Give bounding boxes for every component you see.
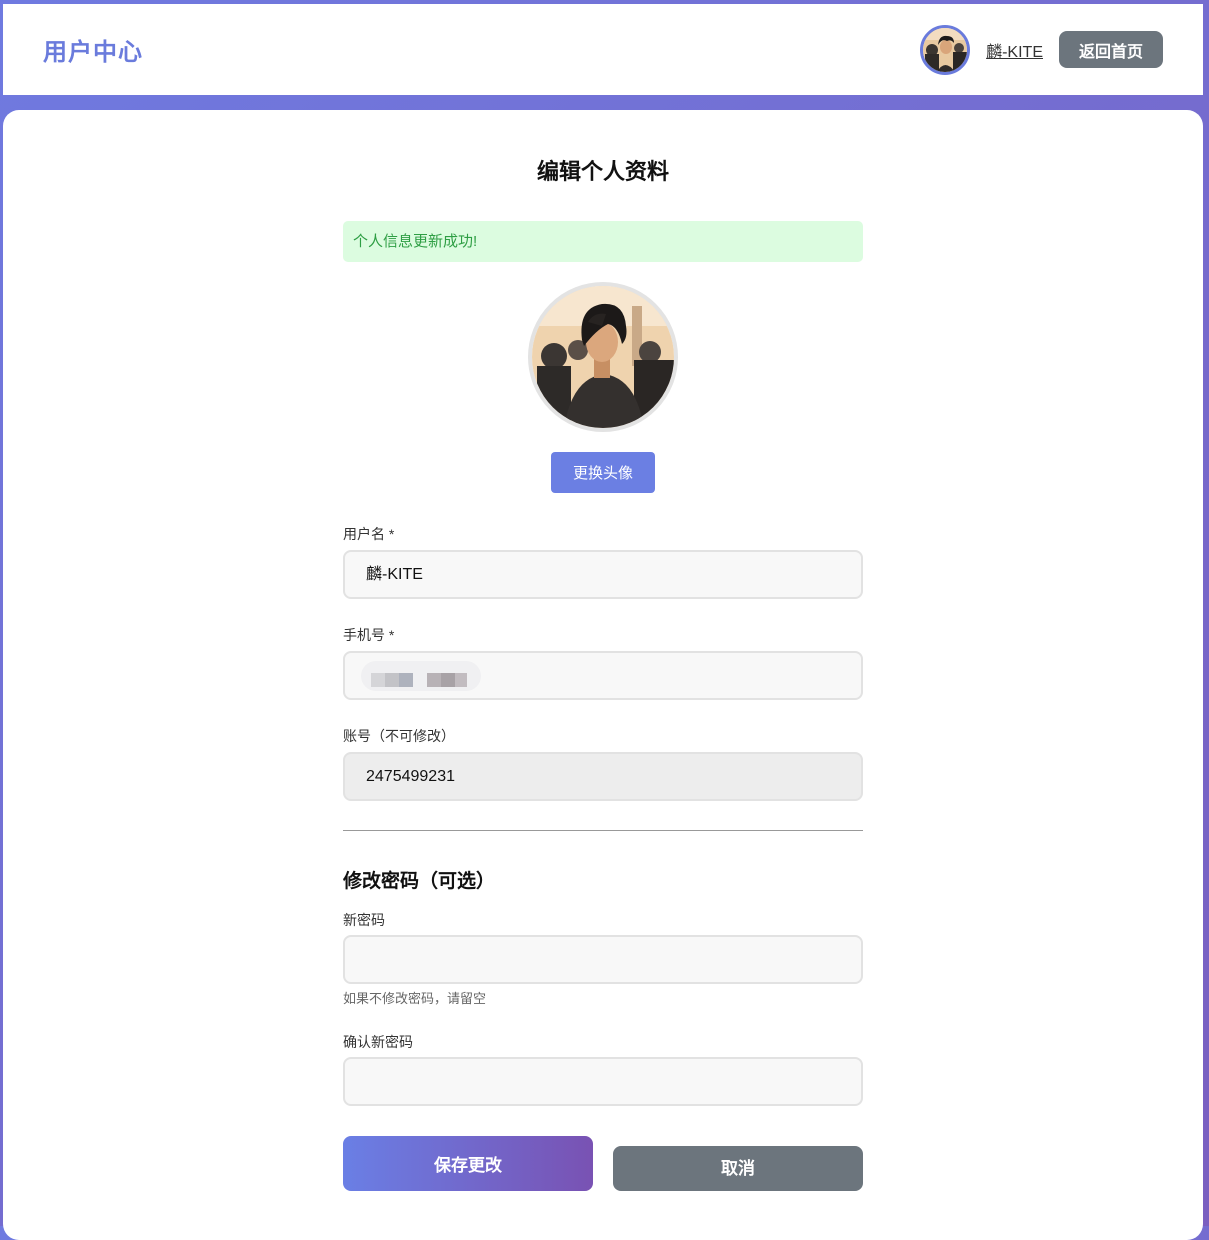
phone-input[interactable]	[343, 651, 863, 700]
username-label: 用户名 *	[343, 526, 395, 542]
page: 用户中心 麟-KITE 返回首页 编辑个人资料 个人信息更新成功! 更换头像 用…	[3, 4, 1203, 1240]
phone-label: 手机号 *	[343, 627, 395, 643]
new-password-hint: 如果不修改密码，请留空	[343, 991, 487, 1006]
profile-avatar-illustration	[532, 286, 674, 428]
account-label: 账号（不可修改）	[343, 728, 455, 744]
confirm-password-input[interactable]	[343, 1057, 863, 1106]
header-user-area: 麟-KITE 返回首页	[920, 24, 1163, 75]
avatar-illustration	[923, 27, 968, 72]
profile-card: 编辑个人资料 个人信息更新成功! 更换头像 用户名 * 麟-KITE 手机号 *…	[3, 110, 1203, 1240]
phone-redaction	[361, 661, 481, 691]
password-section-title: 修改密码（可选）	[343, 871, 496, 892]
profile-avatar	[528, 282, 678, 432]
new-password-label: 新密码	[343, 912, 385, 928]
success-alert: 个人信息更新成功!	[343, 221, 863, 262]
top-header: 用户中心 麟-KITE 返回首页	[3, 4, 1203, 95]
cancel-button[interactable]: 取消	[613, 1146, 863, 1191]
page-title: 编辑个人资料	[536, 159, 669, 184]
save-button[interactable]: 保存更改	[343, 1136, 593, 1191]
change-avatar-button[interactable]: 更换头像	[551, 452, 655, 493]
username-link[interactable]: 麟-KITE	[986, 38, 1043, 62]
confirm-password-label: 确认新密码	[343, 1034, 413, 1050]
username-input[interactable]: 麟-KITE	[343, 550, 863, 599]
back-home-button[interactable]: 返回首页	[1059, 31, 1163, 68]
account-input: 2475499231	[343, 752, 863, 801]
brand-title: 用户中心	[43, 39, 143, 66]
new-password-input[interactable]	[343, 935, 863, 984]
header-avatar[interactable]	[920, 24, 971, 75]
section-divider	[343, 830, 863, 831]
